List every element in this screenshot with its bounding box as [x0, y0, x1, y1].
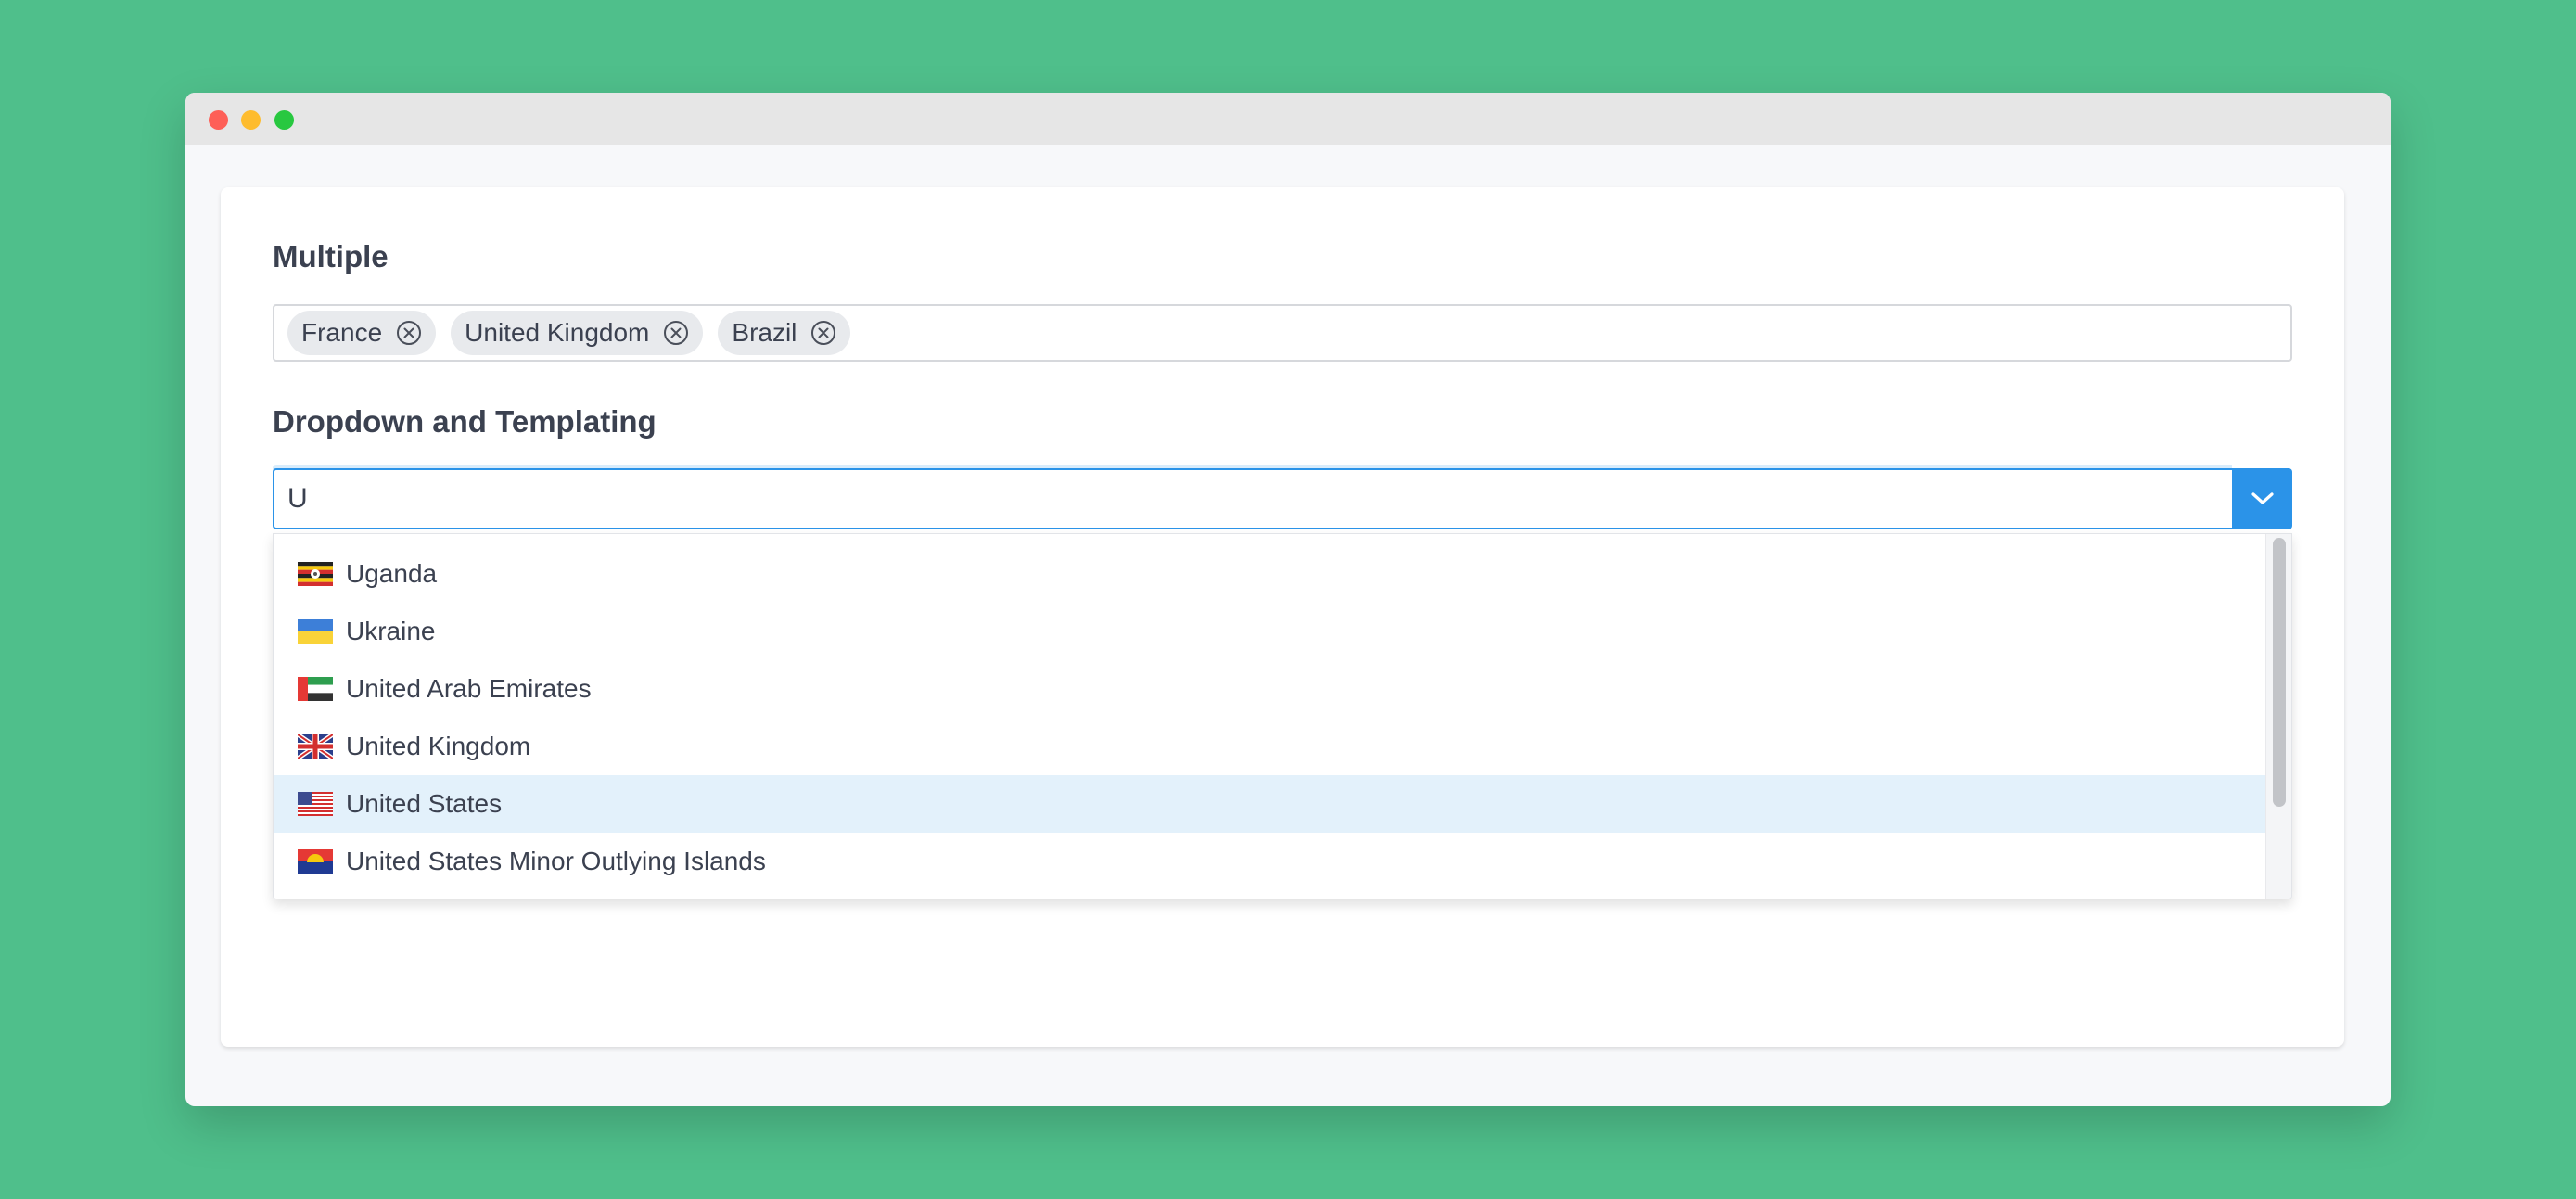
- dropdown-scrollbar[interactable]: [2265, 534, 2291, 899]
- scrollbar-thumb[interactable]: [2273, 538, 2286, 807]
- title-bar: [185, 93, 2391, 145]
- option-united-arab-emirates[interactable]: United Arab Emirates: [274, 660, 2267, 718]
- option-label: United Arab Emirates: [346, 674, 592, 703]
- remove-tag-icon[interactable]: [395, 319, 423, 347]
- country-search-input[interactable]: [273, 468, 2232, 529]
- multiple-select-field[interactable]: France United Kingdom Brazil: [273, 304, 2292, 362]
- option-uganda[interactable]: Uganda: [274, 545, 2267, 603]
- us-flag-icon: [298, 792, 333, 816]
- selected-tag: Brazil: [718, 311, 851, 355]
- multiple-label: Multiple: [273, 239, 389, 274]
- maximize-window-button[interactable]: [274, 110, 294, 130]
- us-minor-outlying-islands-flag-icon: [298, 849, 333, 874]
- option-united-states[interactable]: United States: [274, 775, 2267, 833]
- option-label: Uganda: [346, 559, 438, 588]
- option-label: United States: [346, 789, 503, 818]
- minimize-window-button[interactable]: [241, 110, 261, 130]
- selected-tag: France: [287, 311, 437, 355]
- close-window-button[interactable]: [209, 110, 228, 130]
- ukraine-flag-icon: [298, 619, 333, 644]
- uae-flag-icon: [298, 677, 333, 701]
- option-ukraine[interactable]: Ukraine: [274, 603, 2267, 660]
- selected-tag: United Kingdom: [451, 311, 704, 355]
- tag-label: France: [301, 318, 383, 347]
- app-window: Multiple France United Kingdom Brazil Dr…: [185, 93, 2391, 1106]
- dropdown-label: Dropdown and Templating: [273, 404, 657, 439]
- option-label: Ukraine: [346, 617, 436, 645]
- chevron-down-icon: [2251, 492, 2274, 504]
- form-card: Multiple France United Kingdom Brazil Dr…: [221, 187, 2344, 1047]
- uk-flag-icon: [298, 734, 333, 759]
- remove-tag-icon[interactable]: [810, 319, 837, 347]
- option-united-kingdom[interactable]: United Kingdom: [274, 718, 2267, 775]
- dropdown-toggle-button[interactable]: [2232, 468, 2292, 529]
- dropdown-menu: Uganda Ukraine United Arab Emirates Unit…: [273, 533, 2292, 899]
- option-label: United States Minor Outlying Islands: [346, 847, 766, 875]
- option-label: United Kingdom: [346, 732, 531, 760]
- option-list: Uganda Ukraine United Arab Emirates Unit…: [274, 545, 2267, 890]
- option-united-states-minor-outlying-islands[interactable]: United States Minor Outlying Islands: [274, 833, 2267, 890]
- uganda-flag-icon: [298, 562, 333, 586]
- tag-label: Brazil: [732, 318, 797, 347]
- remove-tag-icon[interactable]: [662, 319, 690, 347]
- tag-label: United Kingdom: [465, 318, 650, 347]
